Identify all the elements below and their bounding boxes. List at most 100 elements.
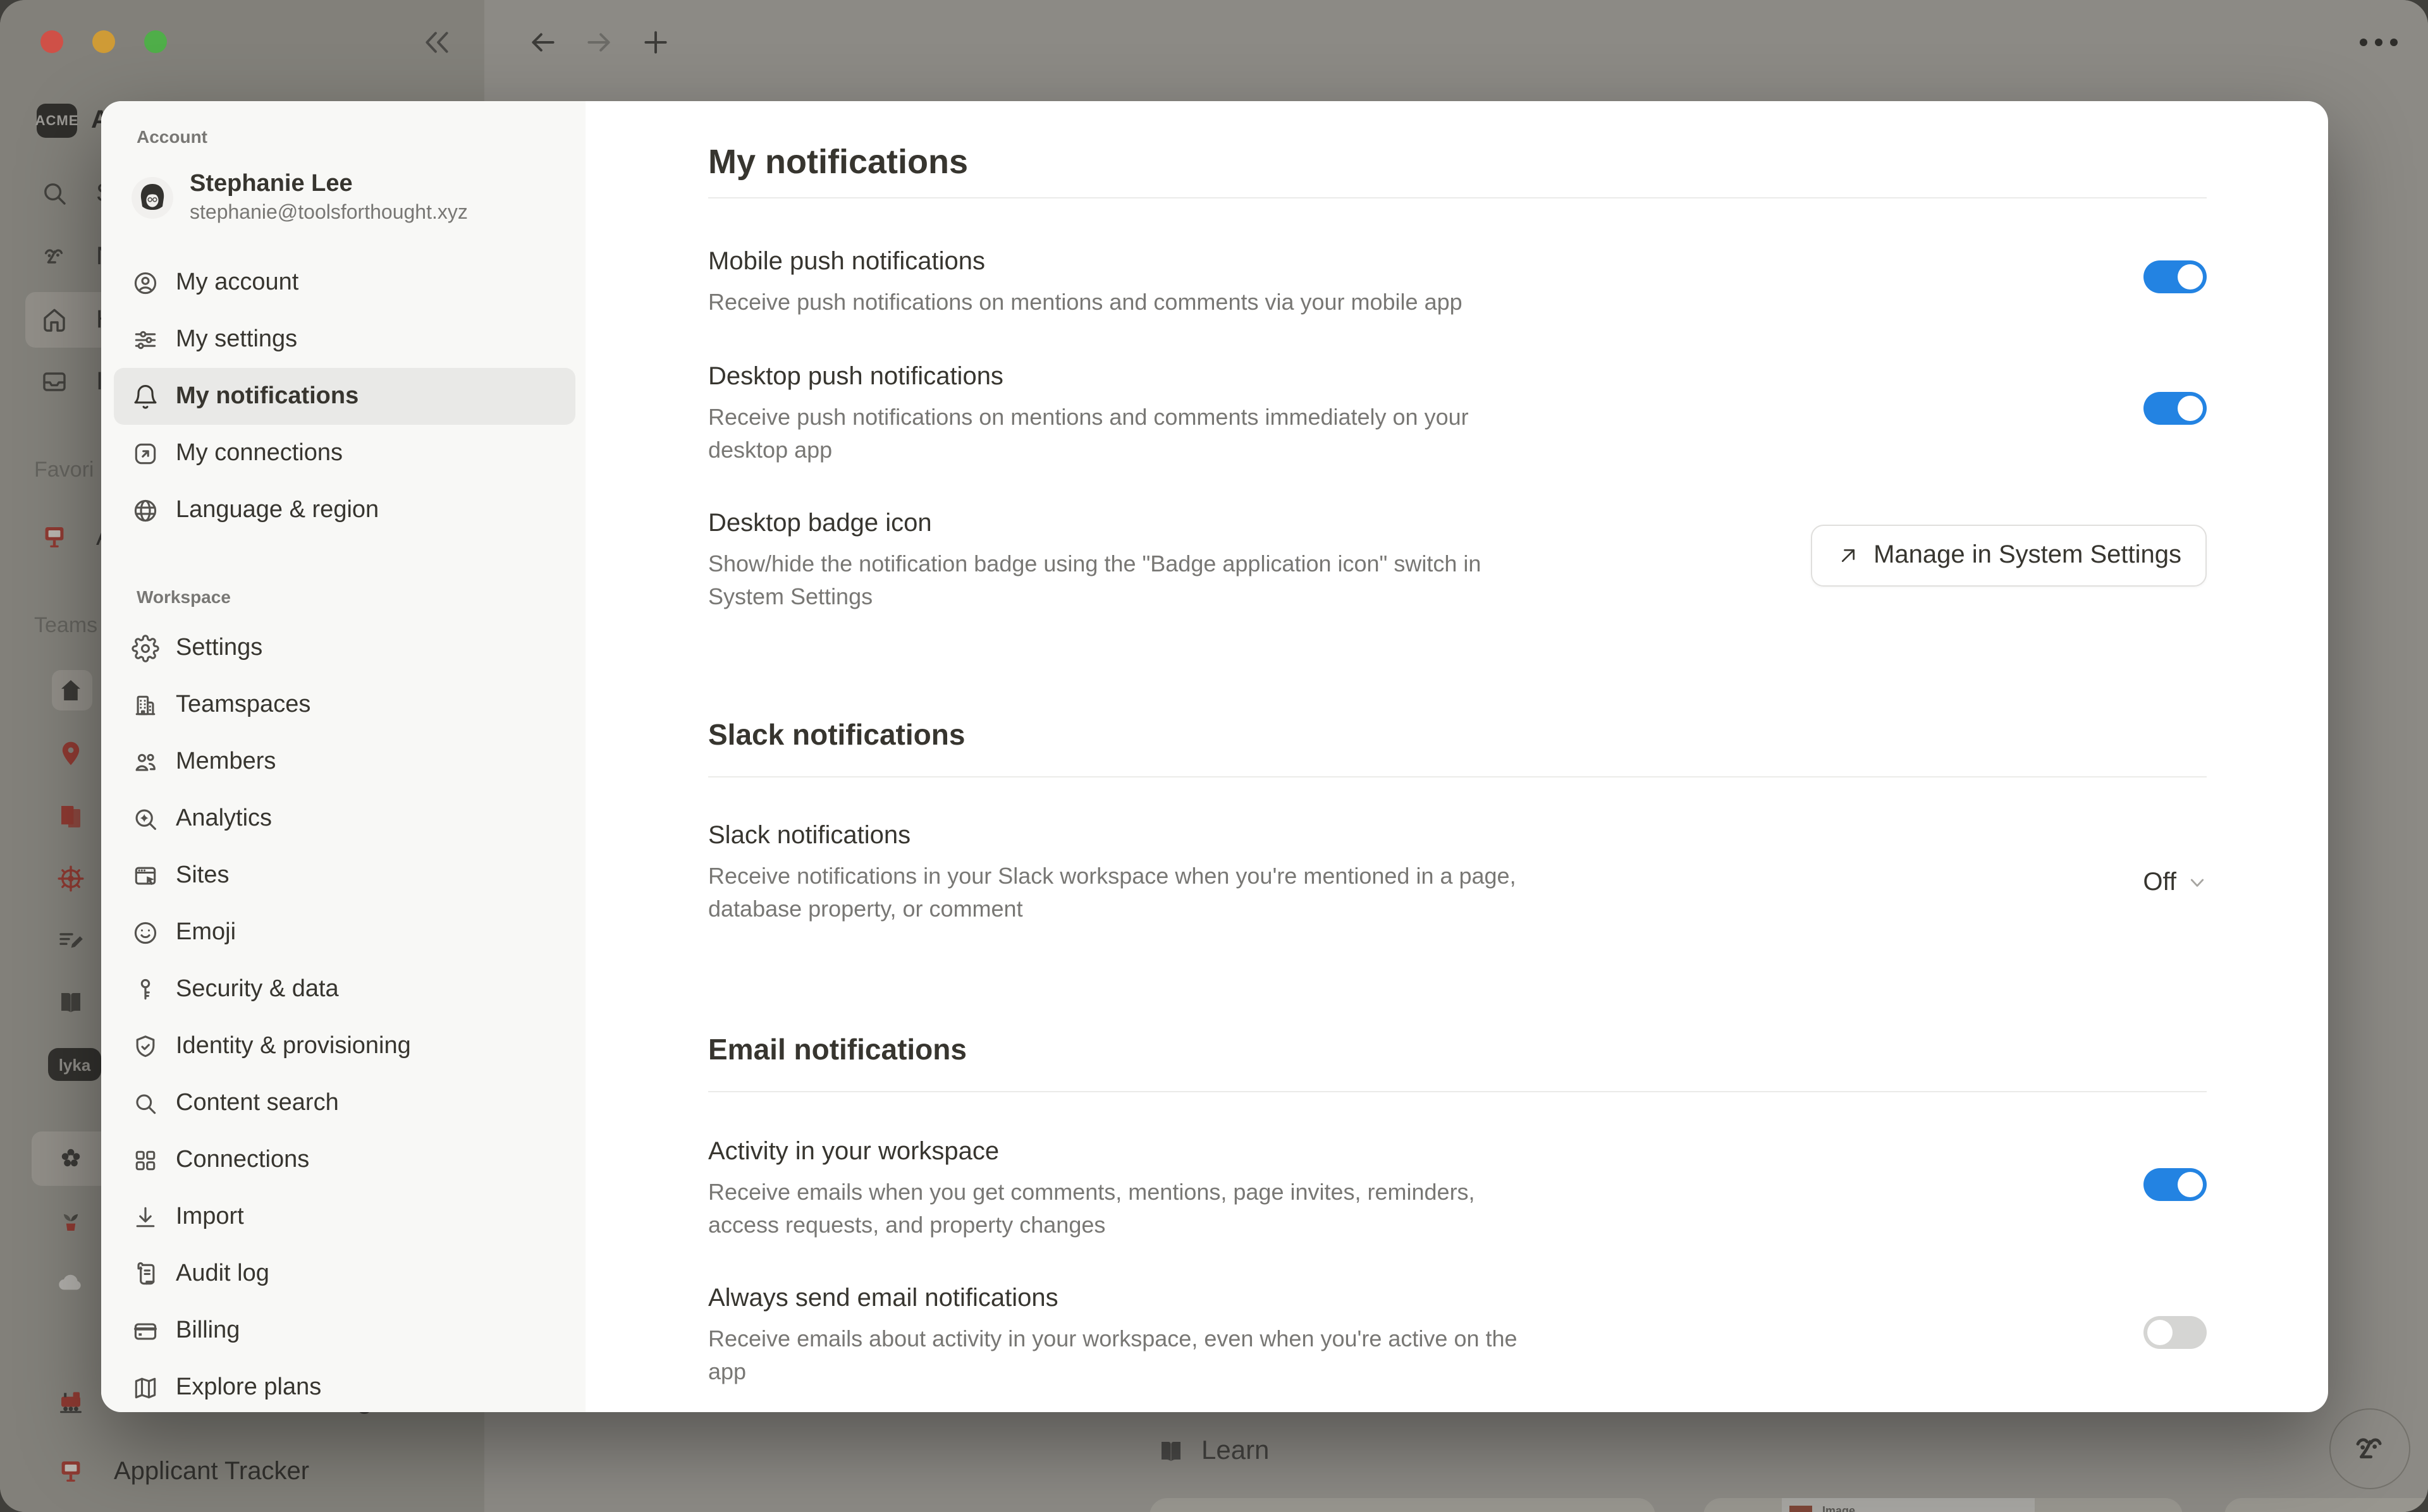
settings-nav-label: Analytics [176,805,272,832]
settings-nav-identity-provisioning[interactable]: Identity & provisioning [114,1018,575,1075]
card-caption-title: Image [1822,1504,1855,1512]
setting-title: Always send email notifications [708,1284,2207,1314]
bg-item-applicant-tracker: Applicant Tracker [0,1444,309,1499]
divider [708,1091,2207,1092]
desktop-push-notifications-toggle[interactable] [2143,392,2207,425]
minimize-button[interactable] [92,30,115,53]
members-icon [132,748,159,776]
bell-icon [132,382,159,410]
setting-row-desktop-badge-icon: Desktop badge iconShow/hide the notifica… [708,509,2207,613]
map-icon [132,1374,159,1401]
settings-nav-members[interactable]: Members [114,733,575,790]
sign-icon [39,522,70,552]
setting-description: Receive push notifications on mentions a… [708,286,1524,319]
settings-nav-content-search[interactable]: Content search [114,1075,575,1131]
open-book-icon [56,987,86,1018]
account-section-label: Account [137,126,586,147]
collapse-sidebar-icon [421,27,453,58]
compose-icon [56,925,86,956]
bg-item-i: I [0,354,103,410]
settings-nav-label: Import [176,1203,244,1231]
settings-nav-import[interactable]: Import [114,1188,575,1245]
manage-in-system-settings-button[interactable]: Manage in System Settings [1810,525,2207,587]
settings-nav-audit-log[interactable]: Audit log [114,1245,575,1302]
settings-content: My notificationsMobile push notification… [586,101,2328,1412]
settings-nav-billing[interactable]: Billing [114,1302,575,1359]
settings-nav-label: Billing [176,1317,240,1344]
settings-sidebar: Account Stephanie Lee stephanie@toolsfor… [101,101,586,1412]
settings-nav-my-connections[interactable]: My connections [114,425,575,482]
setting-title: Mobile push notifications [708,248,2207,277]
settings-nav-sites[interactable]: Sites [114,847,575,904]
settings-nav-analytics[interactable]: Analytics [114,790,575,847]
settings-nav-label: My connections [176,439,343,467]
new-tab-icon [640,27,671,58]
favorites-section-label: Favori [34,458,94,483]
analytics-icon [132,805,159,832]
section-heading-slack-notifications: Slack notifications [708,718,965,752]
settings-nav-emoji[interactable]: Emoji [114,904,575,961]
settings-nav-label: My notifications [176,382,359,410]
settings-nav-security-data[interactable]: Security & data [114,961,575,1018]
always-send-email-notifications-toggle[interactable] [2143,1316,2207,1349]
bg-item-open-book [0,975,86,1030]
settings-nav-label: Identity & provisioning [176,1032,411,1060]
settings-nav-explore-plans[interactable]: Explore plans [114,1359,575,1412]
setting-title: Desktop push notifications [708,363,2207,392]
settings-nav-label: Audit log [176,1260,269,1288]
activity-in-your-workspace-toggle[interactable] [2143,1168,2207,1201]
zoom-button[interactable] [144,30,167,53]
bg-item-compose [0,913,86,968]
settings-nav-connections[interactable]: Connections [114,1131,575,1188]
setting-description: Receive push notifications on mentions a… [708,401,1524,466]
house-icon [56,675,86,705]
home-icon [39,305,70,335]
setting-title: Activity in your workspace [708,1138,2207,1167]
settings-nav-my-settings[interactable]: My settings [114,311,575,368]
user-name: Stephanie Lee [190,169,468,199]
close-button[interactable] [40,30,63,53]
setting-description: Receive notifications in your Slack work… [708,860,1524,925]
setting-description: Receive emails when you get comments, me… [708,1176,1524,1241]
bg-item-label: Applicant Tracker [114,1457,309,1486]
settings-nav-label: Explore plans [176,1374,321,1401]
import-icon [132,1203,159,1231]
settings-nav-my-account[interactable]: My account [114,254,575,311]
sliders-icon [132,326,159,353]
section-heading-email-notifications: Email notifications [708,1033,967,1067]
notion-ai-button [2329,1408,2410,1489]
bg-item-a: A [0,509,113,565]
mobile-push-notifications-toggle[interactable] [2143,260,2207,293]
billing-icon [132,1317,159,1344]
bg-item-h: H [0,292,114,348]
settings-nav-settings[interactable]: Settings [114,619,575,676]
learn-section-header: Learn [1156,1436,1269,1466]
setting-description: Receive emails about activity in your wo… [708,1322,1524,1388]
user-email: stephanie@toolsforthought.xyz [190,199,468,226]
setting-row-desktop-push-notifications: Desktop push notifications Receive push n… [708,363,2207,466]
setting-description: Show/hide the notification badge using t… [708,547,1524,613]
settings-nav-label: Connections [176,1146,309,1174]
building-icon [132,691,159,719]
slack-notifications-dropdown[interactable]: Off [2143,869,2207,898]
settings-dialog: Account Stephanie Lee stephanie@toolsfor… [101,101,2328,1412]
inbox-icon [39,367,70,397]
settings-nav-label: Teamspaces [176,691,310,719]
learn-card [1150,1498,1655,1512]
settings-nav-label: Members [176,748,276,776]
divider [708,197,2207,198]
settings-nav-teamspaces[interactable]: Teamspaces [114,676,575,733]
settings-nav-language-region[interactable]: Language & region [114,482,575,539]
setting-row-slack-notifications: Slack notificationsReceive notifications… [708,822,2207,925]
sign-icon [56,1456,86,1487]
teamspaces-section-label: Teams [34,613,97,638]
sites-icon [132,862,159,889]
key-icon [132,975,159,1003]
chevron-down-icon [2188,874,2207,893]
card-thumbnail-image [1789,1506,1812,1512]
workspace-section-label: Workspace [137,587,586,607]
settings-nav-my-notifications[interactable]: My notifications [114,368,575,425]
settings-nav-label: My settings [176,326,297,353]
bg-item-lyka: lyka [0,1037,101,1092]
bg-item-books [0,788,86,843]
